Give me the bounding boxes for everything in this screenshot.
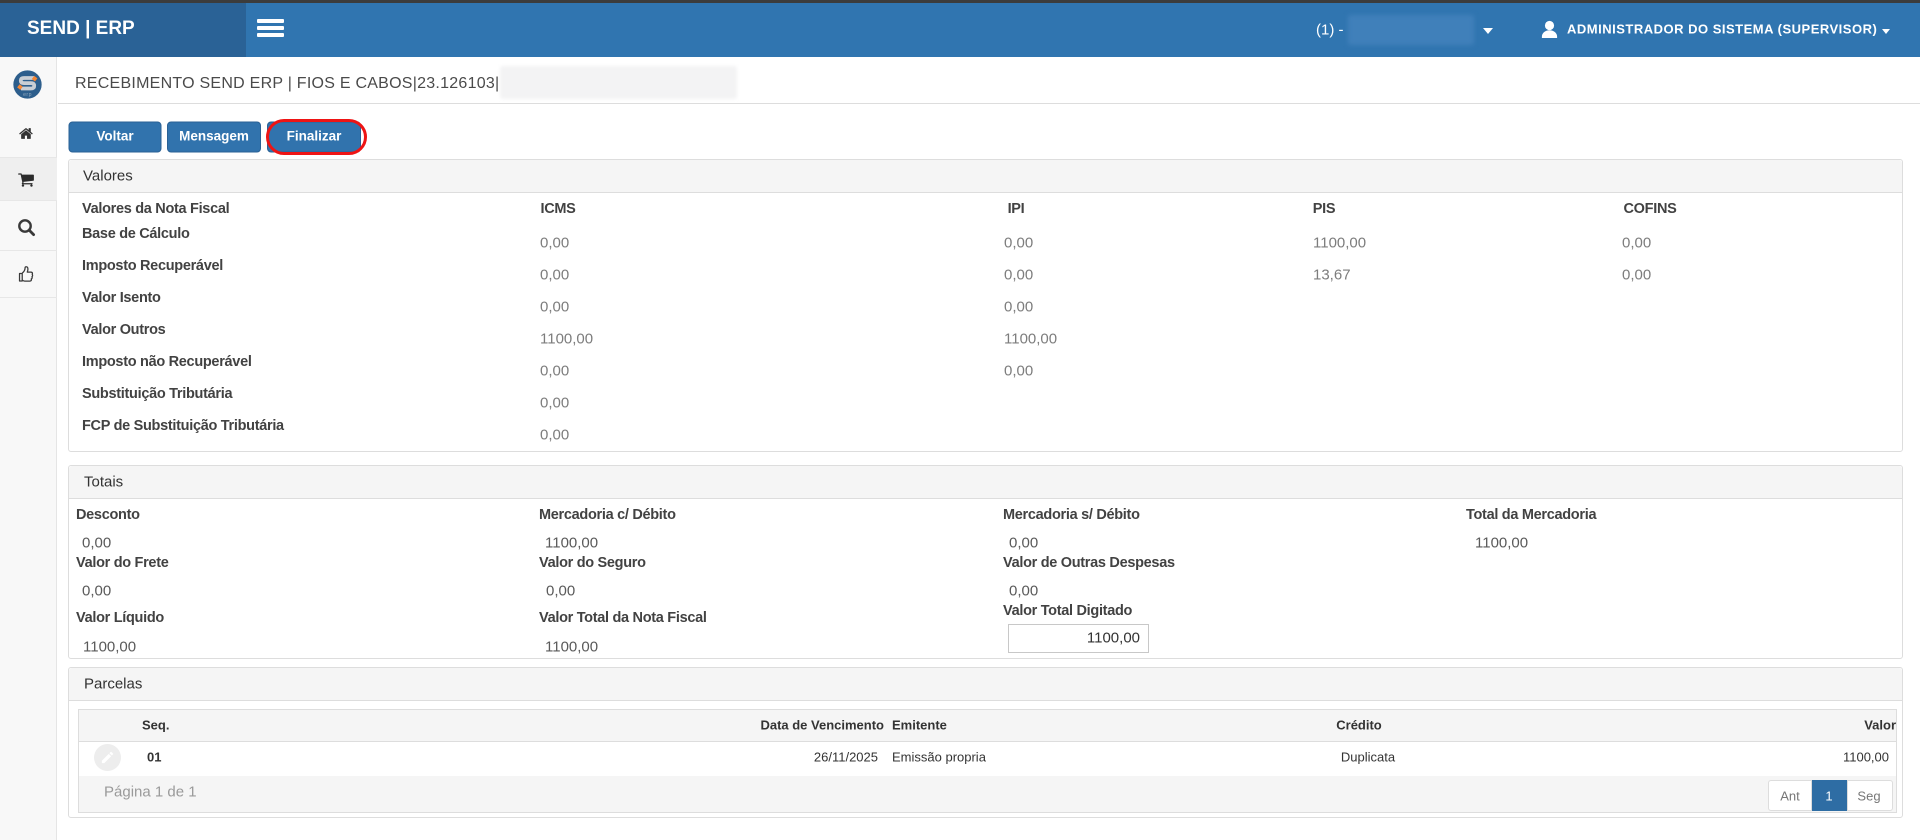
svg-text:erp: erp <box>23 92 32 98</box>
